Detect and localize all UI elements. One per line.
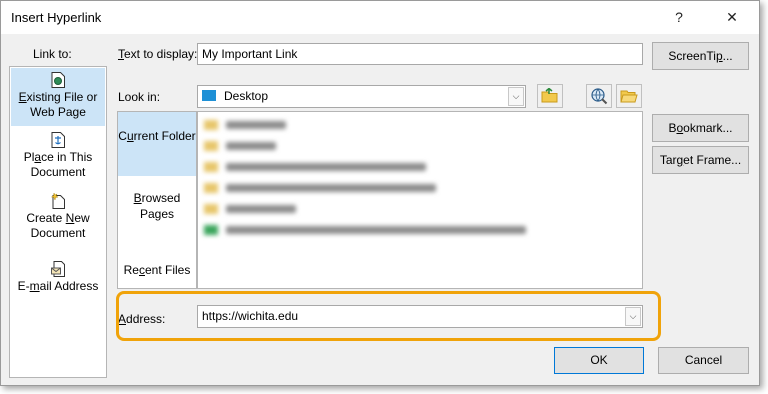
list-item[interactable] xyxy=(204,202,296,216)
address-highlight xyxy=(116,291,661,341)
link-to-new-document[interactable]: Create New Document xyxy=(11,193,105,243)
file-list[interactable] xyxy=(197,111,643,289)
dialog-title: Insert Hyperlink xyxy=(11,10,102,25)
help-button[interactable]: ? xyxy=(665,6,693,28)
browse-nav: Current Folder Browsed Pages Recent File… xyxy=(117,111,197,289)
browsed-pages-tab[interactable]: Browsed Pages xyxy=(118,190,196,230)
document-globe-icon xyxy=(51,72,65,88)
browse-file-button[interactable] xyxy=(616,84,642,108)
bookmark-button[interactable]: Bookmark... xyxy=(652,114,749,142)
link-to-email-label: E-mail Address xyxy=(17,279,99,293)
list-item[interactable] xyxy=(204,223,526,237)
ok-button[interactable]: OK xyxy=(554,347,644,374)
target-frame-button[interactable]: Target Frame... xyxy=(652,146,749,174)
new-document-icon xyxy=(51,193,65,209)
up-one-folder-button[interactable] xyxy=(537,84,563,108)
browse-web-button[interactable] xyxy=(586,84,612,108)
look-in-select[interactable]: Desktop ⌵ xyxy=(197,85,526,108)
list-item[interactable] xyxy=(204,118,286,132)
cancel-button[interactable]: Cancel xyxy=(658,347,749,374)
document-anchor-icon xyxy=(51,132,65,148)
list-item[interactable] xyxy=(204,160,426,174)
link-to-place-in-document[interactable]: Place in This Document xyxy=(11,132,105,182)
look-in-value: Desktop xyxy=(224,89,269,103)
list-item[interactable] xyxy=(204,139,276,153)
globe-search-icon xyxy=(591,88,608,105)
link-to-new-document-label: Create New Document xyxy=(26,211,90,240)
current-folder-tab[interactable]: Current Folder xyxy=(118,112,196,176)
recent-files-tab[interactable]: Recent Files xyxy=(118,262,196,282)
email-icon xyxy=(51,261,65,277)
text-to-display-label: Text to display: xyxy=(118,47,198,61)
link-to-place-label: Place in This Document xyxy=(23,150,93,179)
list-item[interactable] xyxy=(204,181,436,195)
close-button[interactable]: ✕ xyxy=(718,6,746,28)
desktop-folder-icon xyxy=(202,90,216,101)
folder-up-icon xyxy=(541,87,558,103)
chevron-down-icon[interactable]: ⌵ xyxy=(508,87,524,106)
folder-open-icon xyxy=(620,90,638,103)
link-to-panel: Existing File or Web Page Place in This … xyxy=(9,66,107,378)
title-bar: Insert Hyperlink ? ✕ xyxy=(1,1,759,34)
text-to-display-input[interactable]: My Important Link xyxy=(197,43,643,65)
link-to-existing-file[interactable]: Existing File or Web Page xyxy=(11,68,105,126)
look-in-label: Look in: xyxy=(118,90,161,104)
link-to-label: Link to: xyxy=(33,47,72,61)
link-to-email-address[interactable]: E-mail Address xyxy=(11,261,105,301)
screentip-button[interactable]: ScreenTip... xyxy=(652,42,749,70)
link-to-existing-file-label: Existing File or Web Page xyxy=(18,90,98,119)
insert-hyperlink-dialog: Insert Hyperlink ? ✕ Link to: Existing F… xyxy=(0,0,760,386)
